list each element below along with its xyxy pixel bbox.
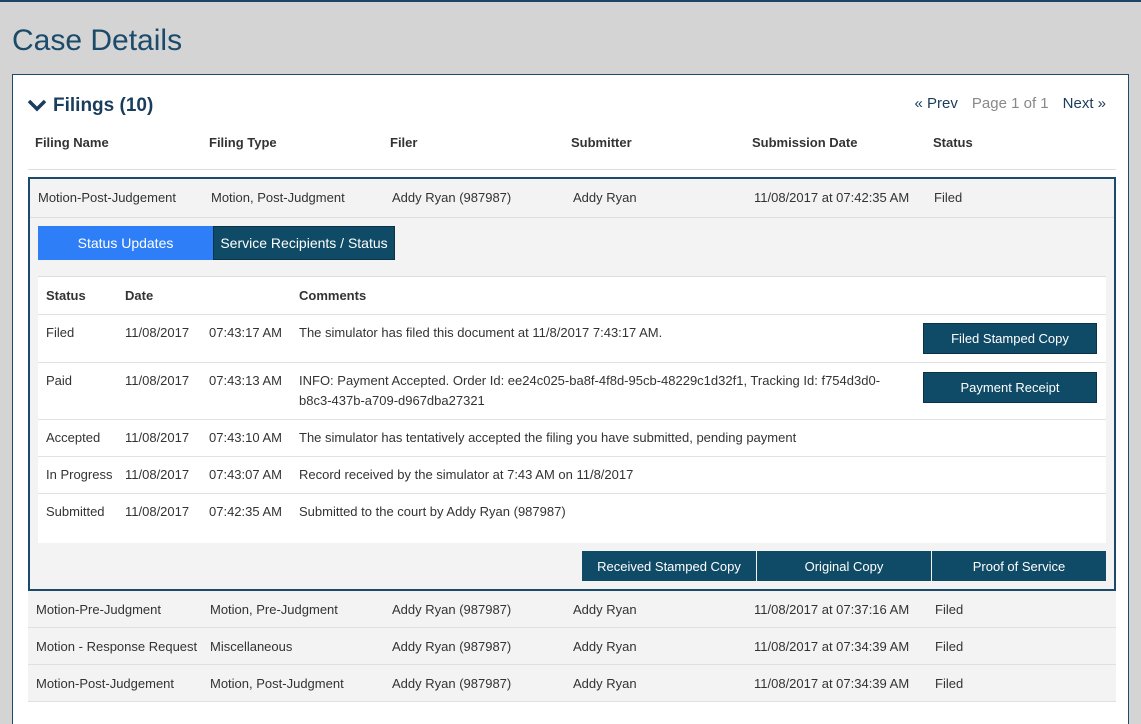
filing-type: Motion, Pre-Judgment <box>210 602 338 617</box>
tab-service-recipients[interactable]: Service Recipients / Status <box>213 226 395 260</box>
filing-name: Motion-Post-Judgement <box>36 676 175 691</box>
date-cell: 11/08/2017 <box>125 373 190 388</box>
status-row: In Progress 11/08/2017 07:43:07 AM Recor… <box>38 456 1106 494</box>
submitter: Addy Ryan <box>573 602 637 617</box>
expanded-filing: Motion-Post-Judgement Motion, Post-Judgm… <box>28 177 1116 591</box>
filing-status: Filed <box>934 190 963 205</box>
status-cell: In Progress <box>46 467 113 482</box>
filing-name: Motion-Pre-Judgment <box>36 602 161 617</box>
comment-cell: INFO: Payment Accepted. Order Id: ee24c0… <box>299 373 881 408</box>
tab-status-updates[interactable]: Status Updates <box>38 226 213 260</box>
comment-cell: The simulator has tentatively accepted t… <box>299 430 797 445</box>
filer: Addy Ryan (987987) <box>392 602 512 617</box>
next-page-link[interactable]: Next » <box>1063 95 1106 112</box>
filed-stamped-copy-button[interactable]: Filed Stamped Copy <box>923 323 1097 354</box>
date-column-header: Date <box>125 288 154 303</box>
proof-of-service-button[interactable]: Proof of Service <box>932 551 1106 581</box>
column-header-status[interactable]: Status <box>933 135 973 150</box>
submitter: Addy Ryan <box>573 190 637 205</box>
filings-title: Filings (10) <box>53 95 154 116</box>
time-cell: 07:43:10 AM <box>209 430 282 445</box>
filer: Addy Ryan (987987) <box>392 190 512 205</box>
status-cell: Submitted <box>46 504 105 519</box>
filing-type: Miscellaneous <box>210 639 293 654</box>
top-border <box>0 0 1141 2</box>
row-divider <box>30 217 1114 218</box>
pager: « Prev Page 1 of 1 Next » <box>915 95 1106 112</box>
submission-date: 11/08/2017 at 07:34:39 AM <box>754 676 910 691</box>
page-info: Page 1 of 1 <box>971 95 1049 112</box>
filer: Addy Ryan (987987) <box>392 639 512 654</box>
filer: Addy Ryan (987987) <box>392 676 512 691</box>
filings-panel: Filings (10) « Prev Page 1 of 1 Next » F… <box>12 74 1129 724</box>
status-column-header: Status <box>46 288 86 303</box>
received-stamped-copy-button[interactable]: Received Stamped Copy <box>582 551 756 581</box>
time-cell: 07:43:07 AM <box>209 467 282 482</box>
comments-column-header: Comments <box>299 288 367 303</box>
status-row: Accepted 11/08/2017 07:43:10 AM The simu… <box>38 419 1106 457</box>
time-cell: 07:43:17 AM <box>209 325 282 340</box>
submission-date: 11/08/2017 at 07:34:39 AM <box>754 639 910 654</box>
payment-receipt-button[interactable]: Payment Receipt <box>923 372 1097 403</box>
submission-date: 11/08/2017 at 07:42:35 AM <box>754 190 910 205</box>
date-cell: 11/08/2017 <box>125 467 190 482</box>
status-updates-table: Status Date Comments Filed 11/08/2017 07… <box>38 276 1106 543</box>
date-cell: 11/08/2017 <box>125 430 190 445</box>
filing-status: Filed <box>935 676 964 691</box>
submitter: Addy Ryan <box>573 676 637 691</box>
table-row[interactable]: Motion - Response Request Miscellaneous … <box>28 628 1116 665</box>
header-divider <box>28 169 1116 170</box>
status-cell: Accepted <box>46 430 101 445</box>
filing-status: Filed <box>935 602 964 617</box>
comment-cell: Submitted to the court by Addy Ryan (987… <box>299 504 566 519</box>
status-cell: Paid <box>46 373 73 388</box>
original-copy-button[interactable]: Original Copy <box>757 551 931 581</box>
date-cell: 11/08/2017 <box>125 504 190 519</box>
time-cell: 07:42:35 AM <box>209 504 282 519</box>
submission-date: 11/08/2017 at 07:37:16 AM <box>754 602 910 617</box>
column-header-filer[interactable]: Filer <box>390 135 417 150</box>
filing-name: Motion - Response Request <box>36 639 198 654</box>
page-title: Case Details <box>12 24 183 57</box>
filings-section-toggle[interactable]: Filings (10) <box>27 95 153 117</box>
status-cell: Filed <box>46 325 75 340</box>
table-row[interactable]: Motion-Post-Judgement Motion, Post-Judgm… <box>28 665 1116 702</box>
filing-type: Motion, Post-Judgment <box>211 190 345 205</box>
filing-type: Motion, Post-Judgment <box>210 676 344 691</box>
status-row: Filed 11/08/2017 07:43:17 AM The simulat… <box>38 314 1106 363</box>
status-row: Paid 11/08/2017 07:43:13 AM INFO: Paymen… <box>38 362 1106 420</box>
column-header-submission-date[interactable]: Submission Date <box>752 135 857 150</box>
column-header-filing-name[interactable]: Filing Name <box>35 135 109 150</box>
chevron-down-icon <box>27 99 47 112</box>
table-row[interactable]: Motion-Pre-Judgment Motion, Pre-Judgment… <box>28 591 1116 628</box>
comment-cell: The simulator has filed this document at… <box>299 325 663 340</box>
filing-status: Filed <box>935 639 964 654</box>
comment-cell: Record received by the simulator at 7:43… <box>299 467 634 482</box>
column-header-filing-type[interactable]: Filing Type <box>209 135 277 150</box>
time-cell: 07:43:13 AM <box>209 373 282 388</box>
filing-name: Motion-Post-Judgement <box>38 190 177 205</box>
column-header-submitter[interactable]: Submitter <box>571 135 632 150</box>
date-cell: 11/08/2017 <box>125 325 190 340</box>
submitter: Addy Ryan <box>573 639 637 654</box>
prev-page-link[interactable]: « Prev <box>915 95 958 112</box>
status-row: Submitted 11/08/2017 07:42:35 AM Submitt… <box>38 493 1106 531</box>
